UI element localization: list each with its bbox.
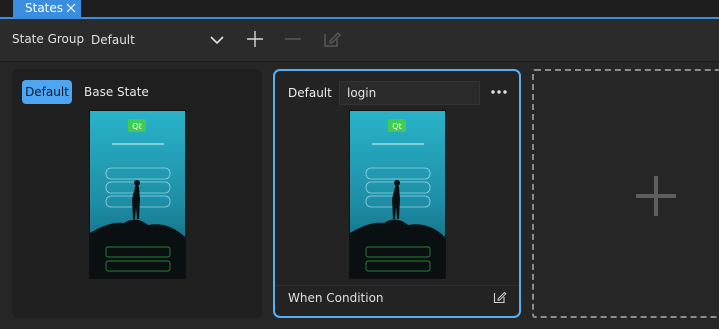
remove-state-group-button[interactable]	[281, 27, 305, 51]
base-state-label: Base State	[84, 85, 149, 99]
base-state-panel[interactable]: Default Base State Qt	[12, 69, 262, 318]
toolbar: State Group Default	[0, 19, 719, 62]
add-state-area[interactable]	[532, 69, 719, 318]
plus-icon[interactable]	[634, 174, 678, 218]
state-card-login[interactable]: Default login Qt When Condition	[273, 69, 521, 318]
qt-logo-text: Qt	[392, 122, 401, 131]
state-preview: Qt	[349, 110, 446, 279]
minus-icon	[285, 38, 301, 40]
plus-icon	[247, 31, 263, 47]
default-badge[interactable]: Default	[22, 80, 72, 104]
state-group-value: Default	[91, 33, 135, 47]
base-state-preview: Qt	[89, 110, 186, 279]
tab-label: States	[25, 1, 64, 15]
state-group-label: State Group	[12, 32, 85, 46]
divider	[275, 285, 519, 286]
edit-state-group-button[interactable]	[320, 27, 344, 51]
edit-condition-icon[interactable]	[493, 290, 507, 304]
close-icon[interactable]	[65, 0, 77, 17]
more-options-icon[interactable]	[489, 84, 509, 100]
tab-bar: States	[0, 0, 719, 19]
add-state-group-button[interactable]	[243, 27, 267, 51]
edit-icon	[324, 32, 341, 47]
chevron-down-icon	[210, 34, 224, 46]
state-card-title: Default	[288, 86, 332, 100]
state-name-input[interactable]: login	[339, 81, 480, 105]
qt-logo-text: Qt	[132, 122, 141, 131]
tab-states[interactable]: States	[13, 0, 81, 17]
when-condition-label: When Condition	[288, 291, 384, 305]
state-group-dropdown[interactable]: Default	[84, 26, 230, 54]
